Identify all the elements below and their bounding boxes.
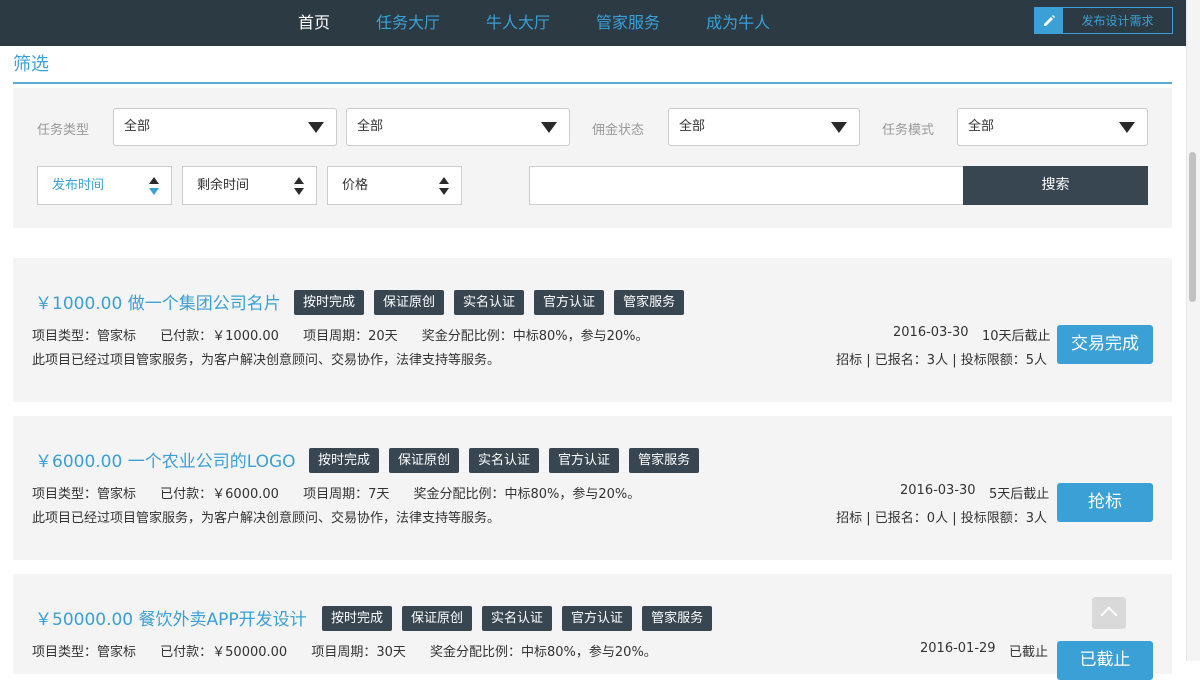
scrollbar-track[interactable] [1186, 0, 1200, 661]
scrollbar-thumb[interactable] [1189, 152, 1196, 302]
nav-talent-hall[interactable]: 牛人大厅 [463, 0, 573, 46]
task-type: 项目类型：管家标 [32, 487, 137, 502]
caret-down-icon [1119, 122, 1135, 133]
back-to-top-button[interactable] [1092, 597, 1126, 629]
commission-status-value: 全部 [679, 119, 706, 134]
search-input[interactable] [529, 166, 964, 205]
sort-publish-time-label: 发布时间 [52, 178, 105, 193]
task-ratio: 奖金分配比例：中标80%，参与20%。 [430, 645, 657, 660]
sort-remaining-time-label: 剩余时间 [197, 178, 250, 193]
task-action-button[interactable]: 交易完成 [1057, 325, 1153, 364]
tag-on-time: 按时完成 [322, 606, 393, 631]
task-date: 2016-03-30 [900, 483, 976, 498]
tag-official: 官方认证 [549, 448, 620, 473]
tag-original: 保证原创 [374, 290, 445, 315]
task-description: 此项目已经过项目管家服务，为客户解决创意顾问、交易协作，法律支持等服务。 [32, 511, 501, 526]
task-meta: 项目类型：管家标 已付款：￥50000.00 项目周期：30天 奖金分配比例：中… [32, 641, 677, 660]
pencil-icon [1035, 8, 1063, 33]
task-paid: 已付款：￥6000.00 [160, 487, 279, 502]
filter-divider [13, 82, 1172, 84]
chevron-up-icon [1100, 606, 1118, 624]
task-tags: 按时完成 保证原创 实名认证 官方认证 管家服务 [322, 606, 713, 631]
task-date: 2016-03-30 [893, 325, 969, 340]
task-meta: 项目类型：管家标 已付款：￥6000.00 项目周期：7天 奖金分配比例：中标8… [32, 483, 660, 502]
task-type-label: 任务类型 [37, 123, 90, 138]
task-paid: 已付款：￥1000.00 [160, 329, 279, 344]
task-title[interactable]: ￥50000.00 餐饮外卖APP开发设计 [35, 605, 307, 630]
tag-butler: 管家服务 [629, 448, 700, 473]
task-type-value: 全部 [124, 119, 151, 134]
task-deadline: 已截止 [1009, 645, 1049, 660]
caret-down-icon [831, 122, 847, 133]
task-card: ￥50000.00 餐饮外卖APP开发设计 按时完成 保证原创 实名认证 官方认… [13, 574, 1172, 680]
tag-real-name: 实名认证 [454, 290, 525, 315]
task-subtype-select[interactable]: 全部 [346, 108, 570, 146]
tag-real-name: 实名认证 [482, 606, 553, 631]
tag-real-name: 实名认证 [469, 448, 540, 473]
caret-down-icon [308, 122, 324, 133]
task-mode-label: 任务模式 [882, 123, 935, 138]
nav-task-hall[interactable]: 任务大厅 [353, 0, 463, 46]
nav-butler-service[interactable]: 管家服务 [573, 0, 683, 46]
tag-butler: 管家服务 [642, 606, 713, 631]
task-title[interactable]: ￥1000.00 做一个集团公司名片 [35, 289, 281, 314]
tag-butler: 管家服务 [614, 290, 685, 315]
task-period: 项目周期：20天 [303, 329, 398, 344]
task-ratio: 奖金分配比例：中标80%，参与20%。 [421, 329, 649, 344]
tag-official: 官方认证 [534, 290, 605, 315]
task-type-select[interactable]: 全部 [113, 108, 337, 146]
publish-design-label: 发布设计需求 [1081, 14, 1154, 28]
task-subtype-value: 全部 [357, 119, 384, 134]
task-period: 项目周期：30天 [311, 645, 406, 660]
tag-on-time: 按时完成 [294, 290, 365, 315]
sort-price-label: 价格 [342, 178, 369, 193]
task-card: ￥6000.00 一个农业公司的LOGO 按时完成 保证原创 实名认证 官方认证… [13, 416, 1172, 560]
task-period: 项目周期：7天 [303, 487, 390, 502]
task-date: 2016-01-29 [920, 641, 996, 656]
commission-status-select[interactable]: 全部 [668, 108, 860, 146]
nav-home[interactable]: 首页 [275, 0, 353, 46]
tag-on-time: 按时完成 [309, 448, 380, 473]
task-action-button[interactable]: 抢标 [1057, 483, 1153, 522]
sort-arrows-icon [439, 177, 449, 195]
sort-price[interactable]: 价格 [327, 166, 462, 205]
search-button[interactable]: 搜索 [963, 166, 1148, 205]
nav-become-talent[interactable]: 成为牛人 [683, 0, 793, 46]
task-deadline: 5天后截止 [989, 487, 1050, 502]
task-ratio: 奖金分配比例：中标80%，参与20%。 [413, 487, 641, 502]
task-card: ￥1000.00 做一个集团公司名片 按时完成 保证原创 实名认证 官方认证 管… [13, 258, 1172, 402]
sort-remaining-time[interactable]: 剩余时间 [182, 166, 317, 205]
task-tags: 按时完成 保证原创 实名认证 官方认证 管家服务 [294, 290, 685, 315]
task-mode-select[interactable]: 全部 [957, 108, 1148, 146]
top-nav-bar: 首页 任务大厅 牛人大厅 管家服务 成为牛人 发布设计需求 [0, 0, 1186, 46]
task-mode-value: 全部 [968, 119, 995, 134]
task-title[interactable]: ￥6000.00 一个农业公司的LOGO [35, 447, 296, 472]
tag-official: 官方认证 [562, 606, 633, 631]
sort-publish-time[interactable]: 发布时间 [37, 166, 172, 205]
commission-status-label: 佣金状态 [592, 123, 645, 138]
tag-original: 保证原创 [389, 448, 460, 473]
task-stats: 招标 | 已报名：0人 | 投标限额：3人 [836, 511, 1047, 526]
caret-down-icon [541, 122, 557, 133]
sort-arrows-icon [294, 177, 304, 195]
sort-arrows-icon [149, 177, 159, 195]
main-nav: 首页 任务大厅 牛人大厅 管家服务 成为牛人 [275, 0, 793, 46]
task-type: 项目类型：管家标 [32, 329, 137, 344]
task-tags: 按时完成 保证原创 实名认证 官方认证 管家服务 [309, 448, 700, 473]
task-type: 项目类型：管家标 [32, 645, 137, 660]
task-paid: 已付款：￥50000.00 [160, 645, 288, 660]
task-stats: 招标 | 已报名：3人 | 投标限额：5人 [836, 353, 1047, 368]
publish-design-button[interactable]: 发布设计需求 [1034, 7, 1173, 34]
task-meta: 项目类型：管家标 已付款：￥1000.00 项目周期：20天 奖金分配比例：中标… [32, 325, 669, 344]
tag-original: 保证原创 [402, 606, 473, 631]
task-description: 此项目已经过项目管家服务，为客户解决创意顾问、交易协作，法律支持等服务。 [32, 353, 501, 368]
filter-title: 筛选 [13, 54, 49, 75]
task-deadline: 10天后截止 [982, 329, 1051, 344]
